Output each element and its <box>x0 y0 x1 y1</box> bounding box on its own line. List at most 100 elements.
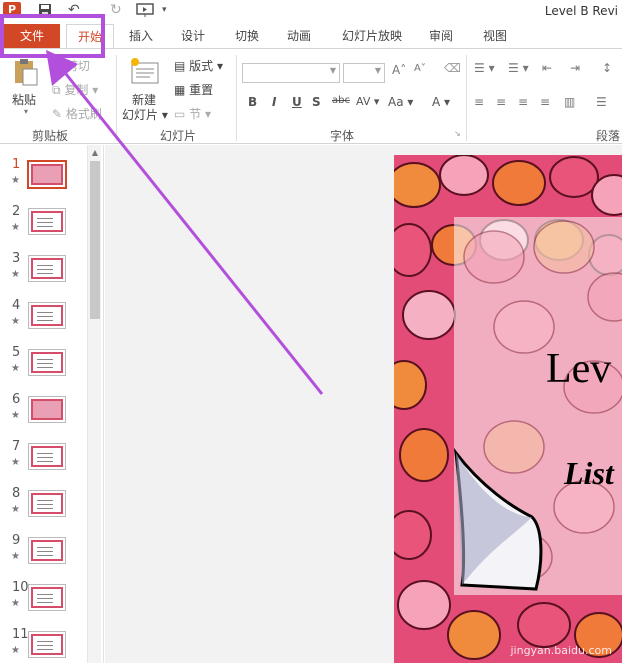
powerpoint-window: P ↶ ↻ ▾ Level B Revi 文件 开始 插入 设计 切换 动画 幻… <box>0 0 622 663</box>
bold-button[interactable]: B <box>248 95 257 109</box>
slide-thumbnail-image[interactable] <box>28 208 66 235</box>
slide-thumbnail[interactable]: 7 ★ <box>0 439 86 486</box>
layout-button[interactable]: ▤ 版式 ▾ <box>174 57 223 74</box>
thumbnail-text-line <box>37 320 53 321</box>
thumbnail-text-line <box>37 222 53 223</box>
align-left-button[interactable]: ≡ <box>474 95 484 109</box>
slide-thumbnail[interactable]: 1 ★ <box>0 157 86 204</box>
thumbnails-scrollbar[interactable]: ▲ <box>87 145 101 663</box>
increase-indent-button[interactable]: ⇥ <box>570 61 580 75</box>
line-spacing-button[interactable]: ↕ <box>602 61 612 75</box>
layout-label: 版式 <box>189 59 214 73</box>
thumbnail-text-line <box>37 269 53 270</box>
slide-thumbnail[interactable]: 8 ★ <box>0 486 86 533</box>
thumbnail-text-line <box>37 265 53 266</box>
transition-star-icon: ★ <box>11 316 20 327</box>
customize-toolbar-icon[interactable]: ▾ <box>162 2 172 18</box>
paste-button[interactable]: 粘贴 <box>12 91 36 108</box>
justify-button[interactable]: ≡ <box>540 95 550 109</box>
group-label-clipboard: 剪贴板 <box>32 129 69 143</box>
slide-thumbnail-image[interactable] <box>28 443 66 470</box>
tab-insert[interactable]: 插入 <box>118 24 164 48</box>
slide-thumbnail[interactable]: 4 ★ <box>0 298 86 345</box>
clear-formatting-icon[interactable]: ⌫ <box>444 61 461 75</box>
slide-thumbnail-image[interactable] <box>28 490 66 517</box>
tab-animations[interactable]: 动画 <box>276 24 322 48</box>
chevron-down-icon: ▼ <box>374 66 381 75</box>
thumbnail-frame <box>31 587 63 608</box>
transition-star-icon: ★ <box>11 175 20 186</box>
current-slide[interactable]: Lev List jingyan.baidu.com <box>394 155 622 663</box>
start-slideshow-icon[interactable] <box>136 2 154 18</box>
scroll-up-arrow-icon[interactable]: ▲ <box>89 147 101 159</box>
slide-thumbnail-image[interactable] <box>28 631 66 658</box>
underline-button[interactable]: U <box>292 95 302 109</box>
slide-editing-area[interactable]: Lev List jingyan.baidu.com <box>105 145 622 663</box>
slide-thumbnail[interactable]: 11 ★ <box>0 627 86 663</box>
text-shadow-button[interactable]: S <box>312 95 321 109</box>
change-case-button[interactable]: Aa ▾ <box>388 95 413 109</box>
grow-font-button[interactable]: A˄ <box>392 63 406 77</box>
slide-title[interactable]: Lev <box>546 345 611 393</box>
thumbnail-text-line <box>37 649 53 650</box>
tab-slideshow[interactable]: 幻灯片放映 <box>336 24 408 48</box>
bullets-button[interactable]: ☰ ▾ <box>474 61 495 75</box>
slide-thumbnail-image[interactable] <box>27 160 67 189</box>
slide-thumbnail[interactable]: 10 ★ <box>0 580 86 627</box>
transition-star-icon: ★ <box>11 598 20 609</box>
group-divider <box>236 55 237 141</box>
page-curl-graphic <box>453 447 543 591</box>
cut-button[interactable]: ✂ 剪切 <box>52 57 90 74</box>
cut-label: 剪切 <box>65 59 90 73</box>
font-name-combobox[interactable]: ▼ <box>242 63 340 83</box>
chevron-down-icon: ▼ <box>329 66 336 75</box>
paintbrush-icon: ✎ <box>52 107 63 121</box>
slide-thumbnail[interactable]: 5 ★ <box>0 345 86 392</box>
dialog-launcher-icon[interactable]: ↘ <box>454 129 461 138</box>
scrollbar-thumb[interactable] <box>90 161 100 319</box>
copy-button[interactable]: ⧉ 复制 ▾ <box>52 81 98 98</box>
group-divider <box>466 55 467 141</box>
numbering-button[interactable]: ☰ ▾ <box>508 61 529 75</box>
paste-dropdown-icon[interactable]: ▾ <box>24 107 28 116</box>
slide-thumbnail-image[interactable] <box>28 349 66 376</box>
reset-button[interactable]: ▦ 重置 <box>174 81 213 98</box>
columns-button[interactable]: ▥ <box>564 95 575 109</box>
thumbnail-text-line <box>37 641 53 642</box>
slide-thumbnail-image[interactable] <box>28 302 66 329</box>
align-center-button[interactable]: ≡ <box>496 95 506 109</box>
paste-icon[interactable] <box>10 57 42 87</box>
tab-view[interactable]: 视图 <box>472 24 518 48</box>
decrease-indent-button[interactable]: ⇤ <box>542 61 552 75</box>
format-painter-button[interactable]: ✎ 格式刷 <box>52 105 102 122</box>
thumbnail-text-line <box>37 555 53 556</box>
tab-design[interactable]: 设计 <box>170 24 216 48</box>
thumbnail-frame <box>31 211 63 232</box>
slide-thumbnail-image[interactable] <box>28 584 66 611</box>
character-spacing-button[interactable]: AV ▾ <box>356 95 379 108</box>
tab-transitions[interactable]: 切换 <box>224 24 270 48</box>
new-slide-icon[interactable] <box>130 57 160 85</box>
redo-icon[interactable]: ↻ <box>110 2 124 18</box>
shrink-font-button[interactable]: A˅ <box>414 63 426 74</box>
font-size-combobox[interactable]: ▼ <box>343 63 385 83</box>
slide-thumbnail[interactable]: 9 ★ <box>0 533 86 580</box>
thumbnail-text-line <box>37 457 53 458</box>
group-label-paragraph: 段落 <box>596 129 621 143</box>
slide-thumbnail[interactable]: 2 ★ <box>0 204 86 251</box>
slide-thumbnail-image[interactable] <box>28 396 66 423</box>
italic-button[interactable]: I <box>272 95 276 109</box>
new-slide-label-line2[interactable]: 幻灯片 ▾ <box>122 106 168 123</box>
slide-subtitle[interactable]: List <box>564 455 614 492</box>
slide-thumbnail-image[interactable] <box>28 537 66 564</box>
text-direction-button[interactable]: ☰ <box>596 95 607 109</box>
strikethrough-button[interactable]: abc <box>332 95 350 106</box>
slide-number: 10 <box>12 580 29 595</box>
tab-review[interactable]: 审阅 <box>418 24 464 48</box>
section-button[interactable]: ▭ 节 ▾ <box>174 105 211 122</box>
font-color-button[interactable]: A ▾ <box>432 95 450 109</box>
slide-thumbnail[interactable]: 6 ★ <box>0 392 86 439</box>
slide-thumbnail[interactable]: 3 ★ <box>0 251 86 298</box>
slide-thumbnail-image[interactable] <box>28 255 66 282</box>
align-right-button[interactable]: ≡ <box>518 95 528 109</box>
